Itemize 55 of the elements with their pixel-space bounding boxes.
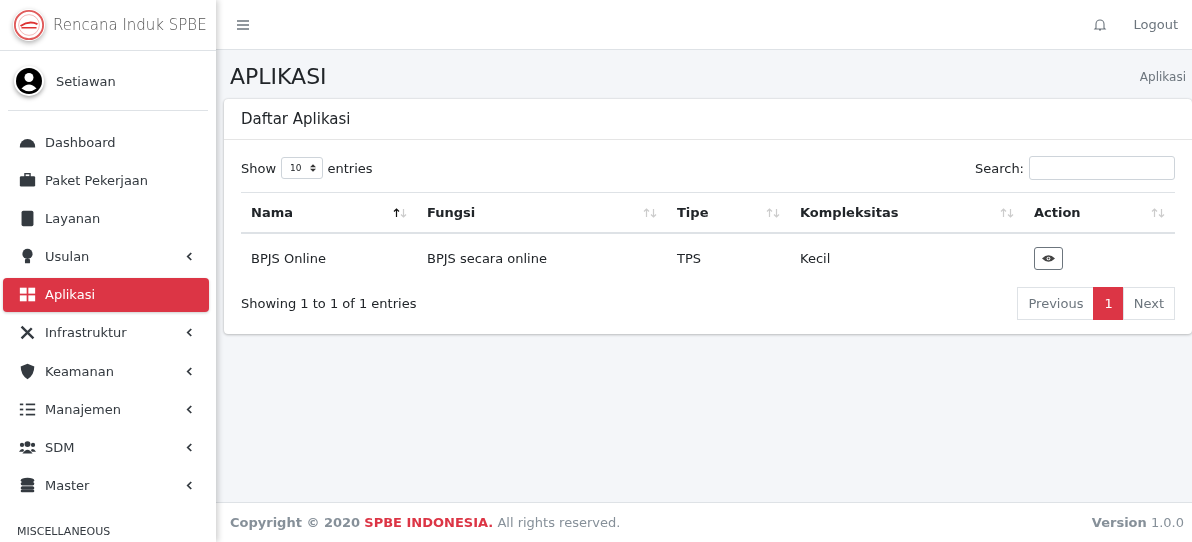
sidebar-item[interactable]: Infrastruktur	[3, 315, 209, 350]
chevron-icon	[186, 481, 193, 491]
menu-icon[interactable]	[237, 19, 249, 30]
column-header[interactable]: Tipe	[667, 192, 790, 233]
bell-icon[interactable]	[1093, 17, 1108, 32]
version-text: Version 1.0.0	[1091, 515, 1184, 530]
users-icon	[19, 439, 36, 456]
logout-link[interactable]: Logout	[1133, 17, 1178, 32]
table-cell: Kecil	[790, 233, 1024, 283]
sidebar-item[interactable]: Keamanan	[3, 354, 209, 389]
entries-select[interactable]: 10	[281, 157, 323, 179]
grid-icon	[19, 286, 36, 304]
sidebar-item[interactable]: SDM	[3, 430, 209, 465]
section-header: MISCELLANEOUS	[16, 523, 112, 538]
column-header[interactable]: Fungsi	[417, 192, 667, 233]
chevron-icon	[186, 404, 193, 414]
sidebar-item[interactable]: Aplikasi	[3, 277, 209, 312]
briefcase-icon	[19, 171, 36, 189]
view-button[interactable]	[1034, 247, 1063, 270]
search-label: Search:	[974, 160, 1024, 176]
page-button[interactable]: Next	[1122, 287, 1175, 320]
logo-icon	[13, 9, 45, 41]
chevron-icon	[186, 328, 193, 338]
user-name[interactable]: Setiawan	[56, 73, 116, 89]
table-cell: BPJS secara online	[417, 233, 667, 283]
sidebar-item[interactable]: Layanan	[3, 201, 209, 236]
table-cell: TPS	[667, 233, 790, 283]
column-header[interactable]: Nama	[241, 192, 417, 233]
column-header[interactable]: Kompleksitas	[790, 192, 1024, 233]
shield-icon	[19, 362, 36, 380]
search-field[interactable]	[1029, 156, 1175, 180]
sidebar-item[interactable]: Manajemen	[3, 392, 209, 427]
table-info: Showing 1 to 1 of 1 entries	[241, 296, 417, 311]
brand-title[interactable]: Rencana Induk SPBE	[53, 16, 207, 34]
show-label: Show	[241, 160, 277, 176]
sidebar-item[interactable]: Master	[3, 468, 209, 503]
sidebar-item[interactable]: Usulan	[3, 239, 209, 274]
lightbulb-icon	[19, 248, 36, 266]
breadcrumb[interactable]: Aplikasi	[1139, 69, 1186, 84]
card-title: Daftar Aplikasi	[241, 110, 351, 128]
chevron-icon	[186, 366, 193, 376]
page-button[interactable]: 1	[1093, 287, 1124, 320]
entries-label: entries	[327, 160, 373, 176]
user-avatar-icon	[14, 66, 44, 96]
sidebar-item[interactable]: Paket Pekerjaan	[3, 163, 209, 198]
eye-icon	[1042, 254, 1055, 263]
copyright-text: Copyright © 2020 SPBE INDONESIA. All rights reserved.	[230, 515, 621, 530]
column-header[interactable]: Action	[1024, 192, 1175, 233]
sidebar-item[interactable]: Dashboard	[3, 125, 209, 159]
chevron-icon	[186, 443, 193, 452]
chevron-icon	[186, 252, 193, 262]
page-title: APLIKASI	[230, 64, 327, 89]
database-icon	[19, 477, 36, 495]
table-cell: BPJS Online	[241, 233, 417, 283]
up-down-arrows-icon	[309, 164, 316, 172]
